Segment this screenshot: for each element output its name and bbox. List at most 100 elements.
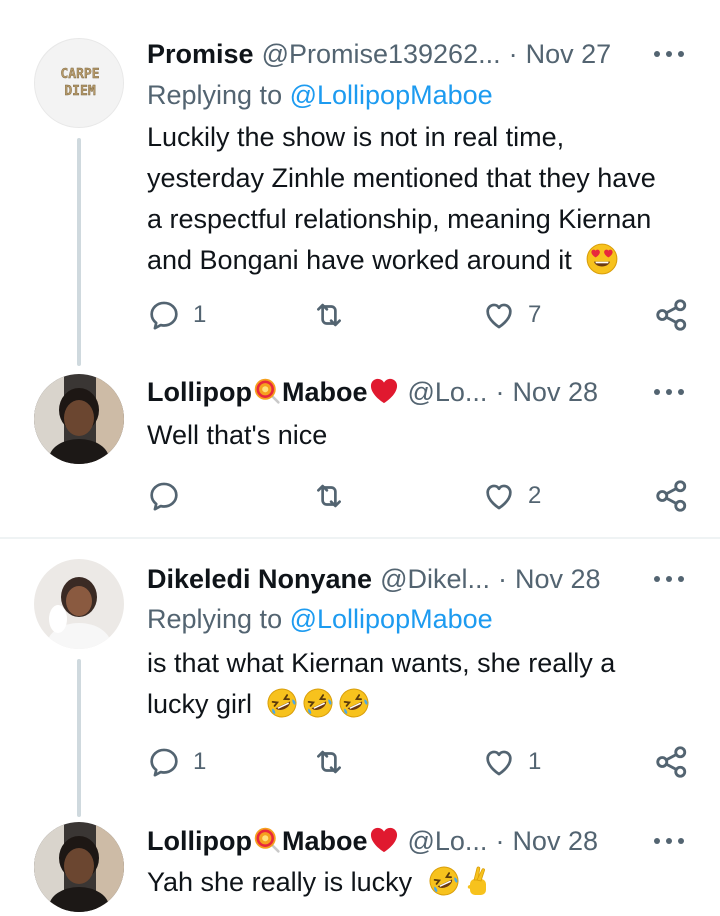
tweet-header: Promise @Promise139262... · Nov 27 bbox=[147, 34, 690, 74]
svg-text:CARPE: CARPE bbox=[60, 67, 99, 82]
more-icon[interactable] bbox=[654, 575, 684, 583]
share-button[interactable] bbox=[654, 295, 690, 335]
text-line: Yah she really is lucky bbox=[147, 867, 413, 897]
display-name[interactable]: Lollipop Maboe bbox=[147, 826, 399, 857]
red-heart-emoji bbox=[371, 828, 398, 853]
reply-button[interactable] bbox=[147, 476, 181, 516]
display-name-part: Lollipop bbox=[147, 376, 252, 407]
thread-line bbox=[77, 138, 81, 366]
username[interactable]: @Lo... bbox=[407, 826, 487, 857]
rofl-emoji bbox=[338, 687, 370, 719]
heart-eyes-emoji bbox=[586, 243, 618, 275]
profile-photo bbox=[34, 822, 124, 912]
tweet-text: Well that's nice bbox=[147, 415, 687, 456]
share-button[interactable] bbox=[654, 742, 690, 782]
text-line: Luckily the show is not in real time, bbox=[147, 122, 565, 152]
lollipop-emoji bbox=[254, 828, 280, 854]
text-line: is that what Kiernan wants, she really a bbox=[147, 648, 616, 678]
more-icon[interactable] bbox=[654, 50, 684, 58]
tweet-lollipop-reply[interactable]: Lollipop Maboe @Lo... · Nov 28 Well that… bbox=[0, 370, 720, 538]
like-button[interactable]: 1 bbox=[482, 742, 541, 782]
tweet-text: Luckily the show is not in real time, ye… bbox=[147, 117, 687, 281]
retweet-button[interactable] bbox=[312, 295, 346, 335]
share-icon bbox=[654, 744, 690, 780]
avatar-promise[interactable]: CARPE DIEM bbox=[34, 38, 124, 128]
like-button[interactable]: 7 bbox=[482, 295, 541, 335]
tweet-dikeledi[interactable]: Dikeledi Nonyane @Dikel... · Nov 28 Repl… bbox=[0, 539, 720, 819]
like-count: 1 bbox=[528, 748, 542, 775]
like-count: 7 bbox=[528, 301, 542, 328]
tweet-header: Lollipop Maboe @Lo... · Nov 28 bbox=[147, 821, 690, 861]
display-name[interactable]: Lollipop Maboe bbox=[147, 377, 399, 408]
like-icon bbox=[482, 298, 516, 332]
tweet-date[interactable]: Nov 28 bbox=[512, 377, 598, 408]
share-button[interactable] bbox=[654, 476, 690, 516]
lollipop-emoji bbox=[254, 379, 280, 405]
replying-prefix: Replying to bbox=[147, 604, 290, 634]
display-name[interactable]: Dikeledi Nonyane bbox=[147, 564, 372, 595]
tweet-date[interactable]: Nov 27 bbox=[526, 39, 612, 70]
red-heart-emoji bbox=[371, 379, 398, 404]
display-name-part: Lollipop bbox=[147, 825, 252, 856]
tweet-promise[interactable]: CARPE DIEM Promise @Promise139262... · N… bbox=[0, 0, 720, 370]
username[interactable]: @Lo... bbox=[407, 377, 487, 408]
reply-icon bbox=[147, 745, 181, 779]
tweet-header: Dikeledi Nonyane @Dikel... · Nov 28 bbox=[147, 559, 690, 599]
text-line: yesterday Zinhle mentioned that they hav… bbox=[147, 163, 656, 193]
replying-to: Replying to @LollipopMaboe bbox=[147, 604, 493, 635]
text-line: and Bongani have worked around it bbox=[147, 245, 572, 275]
replying-prefix: Replying to bbox=[147, 80, 290, 110]
mention-link[interactable]: @LollipopMaboe bbox=[290, 80, 493, 110]
more-icon[interactable] bbox=[654, 837, 684, 845]
crossed-fingers-emoji bbox=[467, 866, 486, 895]
tweet-header: Lollipop Maboe @Lo... · Nov 28 bbox=[147, 372, 690, 412]
avatar-dikeledi[interactable] bbox=[34, 559, 124, 649]
tweet-date[interactable]: Nov 28 bbox=[512, 826, 598, 857]
reply-button[interactable]: 1 bbox=[147, 295, 206, 335]
tweet-text: is that what Kiernan wants, she really a… bbox=[147, 643, 687, 725]
username[interactable]: @Dikel... bbox=[380, 564, 490, 595]
rofl-emoji bbox=[266, 687, 298, 719]
display-name-part: Maboe bbox=[281, 825, 368, 856]
tweet-text: Yah she really is lucky bbox=[147, 862, 687, 903]
rofl-emoji bbox=[302, 687, 334, 719]
more-icon[interactable] bbox=[654, 388, 684, 396]
reply-count: 1 bbox=[193, 301, 207, 328]
tweet-lollipop-reply-2[interactable]: Lollipop Maboe @Lo... · Nov 28 Yah she r… bbox=[0, 819, 720, 916]
retweet-button[interactable] bbox=[312, 476, 346, 516]
tweet-actions: 2 bbox=[147, 476, 692, 516]
svg-text:DIEM: DIEM bbox=[64, 84, 95, 99]
carpe-diem-logo: CARPE DIEM bbox=[35, 39, 123, 127]
like-button[interactable]: 2 bbox=[482, 476, 541, 516]
mention-link[interactable]: @LollipopMaboe bbox=[290, 604, 493, 634]
profile-photo bbox=[34, 374, 124, 464]
like-icon bbox=[482, 745, 516, 779]
retweet-icon bbox=[312, 298, 346, 332]
share-icon bbox=[654, 297, 690, 333]
avatar-lollipop[interactable] bbox=[34, 822, 124, 912]
avatar-lollipop[interactable] bbox=[34, 374, 124, 464]
rofl-emoji bbox=[428, 865, 460, 897]
date-separator: · bbox=[508, 38, 518, 69]
display-name-part: Maboe bbox=[281, 376, 368, 407]
text-line: Well that's nice bbox=[147, 420, 328, 450]
reply-icon bbox=[147, 479, 181, 513]
replying-to: Replying to @LollipopMaboe bbox=[147, 80, 493, 111]
date-separator: · bbox=[495, 825, 505, 856]
username[interactable]: @Promise139262... bbox=[262, 39, 501, 70]
retweet-icon bbox=[312, 745, 346, 779]
date-separator: · bbox=[498, 563, 508, 594]
text-line: a respectful relationship, meaning Kiern… bbox=[147, 204, 652, 234]
profile-photo bbox=[34, 559, 124, 649]
tweet-date[interactable]: Nov 28 bbox=[515, 564, 601, 595]
tweet-actions: 1 7 bbox=[147, 295, 692, 335]
reply-icon bbox=[147, 298, 181, 332]
text-line: lucky girl bbox=[147, 689, 253, 719]
tweet-actions: 1 1 bbox=[147, 742, 692, 782]
like-count: 2 bbox=[528, 482, 542, 509]
reply-button[interactable]: 1 bbox=[147, 742, 206, 782]
share-icon bbox=[654, 478, 690, 514]
reply-count: 1 bbox=[193, 748, 207, 775]
retweet-button[interactable] bbox=[312, 742, 346, 782]
display-name[interactable]: Promise bbox=[147, 39, 254, 70]
